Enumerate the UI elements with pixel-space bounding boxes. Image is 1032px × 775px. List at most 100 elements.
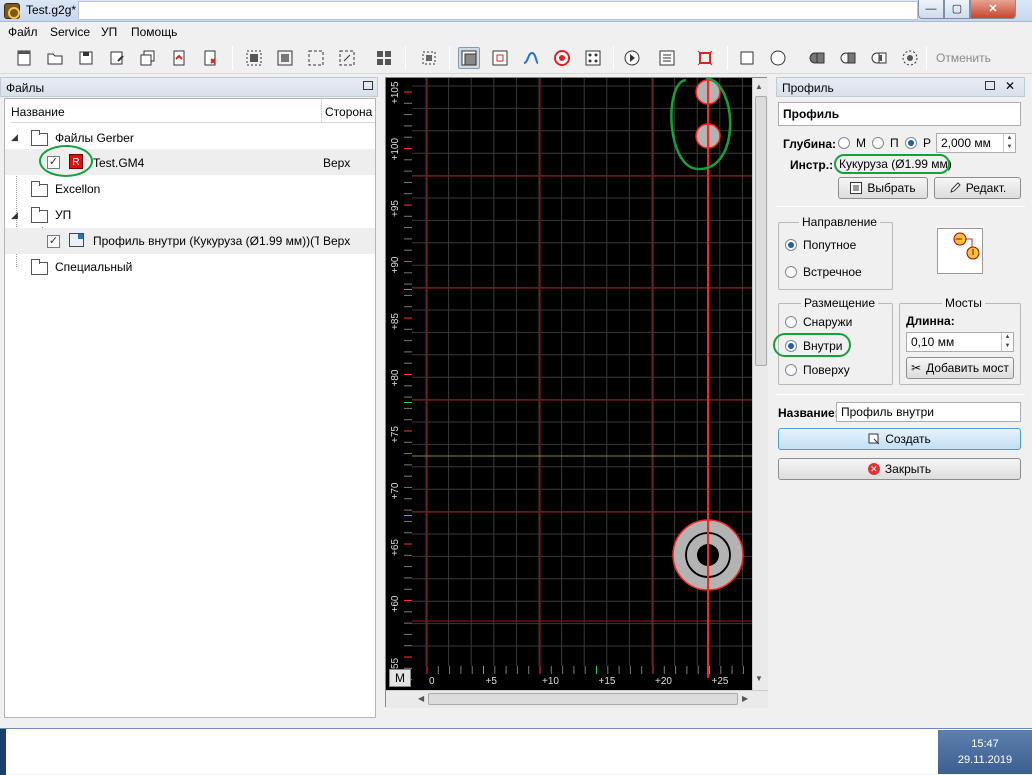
drill-target-icon[interactable] [551,47,573,69]
tree-label: Test.GM4 [93,156,145,170]
export-red-icon[interactable] [168,47,190,69]
save-all-icon[interactable] [137,47,159,69]
canvas-drawing[interactable]: +105 +100 +95 +90 +85 +80 +75 +70 +65 +60 55 0 +5 +10… [386,78,768,708]
add-bridge-button[interactable]: ✂ Добавить мост [906,357,1014,379]
pcb-canvas[interactable]: +105 +100 +95 +90 +85 +80 +75 +70 +65 +60 55 0 +5 +10… [385,77,768,708]
pocket-tool-icon[interactable] [489,47,511,69]
list-icon [850,182,863,194]
new-file-icon[interactable] [13,47,35,69]
trace-tool-icon[interactable] [520,47,542,69]
maximize-button[interactable]: ▢ [944,0,970,19]
select-area-icon[interactable] [418,47,440,69]
cancel-circle-icon: ✕ [867,463,880,475]
expand-arrow-icon[interactable]: ◢ [11,132,18,143]
depth-spinner[interactable]: ▲ ▼ [1003,134,1015,152]
name-input[interactable]: Профиль внутри [836,402,1021,422]
bridge-length-input[interactable]: 0,10 мм ▲ ▼ [906,332,1014,352]
save-icon[interactable] [75,47,97,69]
column-name-header[interactable]: Название [11,99,321,123]
intersect-shape-icon[interactable] [868,47,890,69]
title-bar-blank [78,1,918,20]
placement-outside-radio[interactable] [785,316,797,328]
menu-service[interactable]: Service [50,25,90,39]
select-tool-button[interactable]: Выбрать [838,177,928,199]
undo-button[interactable]: Отменить [936,51,991,65]
circle-shape-icon[interactable] [767,47,789,69]
depth-radio-m[interactable] [838,137,850,149]
depth-label: Глубина: [783,137,837,151]
close-dialog-button[interactable]: ✕ Закрыть [778,458,1021,480]
toolpath-icon [69,233,84,247]
bridge-length-spinner[interactable]: ▲ ▼ [1001,333,1013,351]
tree-label: УП [55,208,72,222]
save-as-icon[interactable] [106,47,128,69]
files-panel-label: Файлы [6,81,45,95]
close-window-button[interactable]: ✕ [970,0,1016,19]
horizontal-scroll-thumb[interactable] [428,693,738,705]
menu-up[interactable]: УП [101,25,117,39]
drill-holes-icon[interactable] [582,47,604,69]
edit-tool-button[interactable]: Редакт. [934,177,1021,199]
properties-icon[interactable] [656,47,678,69]
direction-climb-radio[interactable] [785,239,797,251]
union-shape-icon[interactable] [806,47,828,69]
depth-radio-p[interactable] [872,137,884,149]
rectangle-shape-icon[interactable] [736,47,758,69]
column-side-header[interactable]: Сторона [321,99,375,123]
menu-file[interactable]: Файл [8,25,38,39]
placement-on-radio[interactable] [785,364,797,376]
y-tick-label: +80 [390,369,401,386]
grid-view-icon[interactable] [373,47,395,69]
system-clock[interactable]: 15:47 29.11.2019 [938,730,1032,774]
expand-arrow-icon[interactable]: ◢ [11,210,18,221]
annotation-ellipse [834,154,950,174]
depth-radio-r[interactable] [905,137,917,149]
tree-side: Верх [323,234,351,248]
canvas-mode-button[interactable]: M [389,669,411,687]
start-area[interactable] [0,729,6,775]
direction-title: Направление [799,215,880,229]
y-tick-label: +85 [390,313,401,330]
tree-row-special[interactable]: Специальный [5,255,375,281]
edit-tool-label: Редакт. [965,181,1007,195]
vertical-scrollbar[interactable]: ▲ ▼ [752,78,768,690]
create-button[interactable]: Создать [778,428,1021,450]
tree-row-excellon[interactable]: Excellon [5,177,375,203]
subtract-shape-icon[interactable] [837,47,859,69]
tree-row-up[interactable]: ◢ УП [5,203,375,229]
toolpath-visible-checkbox[interactable]: ✓ [47,235,60,248]
minimize-button[interactable]: — [918,0,944,19]
menu-help[interactable]: Помощь [131,25,177,39]
bridge-length-label: Длинна: [906,314,955,328]
depth-option-label: П [890,136,899,150]
toolbar [0,42,1032,74]
depth-input[interactable]: 2,000 мм ▲ ▼ [936,133,1016,153]
zoom-fit-icon[interactable] [243,47,265,69]
open-folder-icon[interactable] [44,47,66,69]
play-simulation-icon[interactable] [621,47,643,69]
close-file-icon[interactable] [199,47,221,69]
zoom-selection-icon[interactable] [305,47,327,69]
close-dialog-label: Закрыть [884,462,932,476]
horizontal-scrollbar[interactable]: ◀ ▶ [386,690,768,708]
vertical-scroll-thumb[interactable] [755,96,767,366]
placement-option-label: Поверху [803,363,850,377]
dashed-circle-icon[interactable] [899,47,921,69]
undock-icon[interactable] [363,81,373,90]
menu-bar: Файл Service УП Помощь [0,22,1032,42]
zoom-window-icon[interactable] [336,47,358,69]
close-panel-icon[interactable]: ✕ [1005,79,1015,93]
zoom-board-icon[interactable] [274,47,296,69]
clock-date: 29.11.2019 [957,754,1013,766]
taskbar [0,728,1032,775]
depth-value: 2,000 мм [941,136,991,150]
x-tick-label: +10 [542,676,559,687]
profile-tool-icon[interactable] [458,47,480,69]
direction-conventional-radio[interactable] [785,266,797,278]
profile-panel: Профиль Глубина: М П Р 2,000 мм ▲ ▼ Инстр… [773,98,1025,498]
board-bounds-icon[interactable] [694,47,716,69]
create-icon [868,433,880,445]
undock-icon[interactable] [985,81,995,90]
tree-row-profile-toolpath[interactable]: ✓ Профиль внутри (Кукуруза (Ø1.99 мм))(Т… [5,228,375,254]
bridges-title: Мосты [942,296,985,310]
